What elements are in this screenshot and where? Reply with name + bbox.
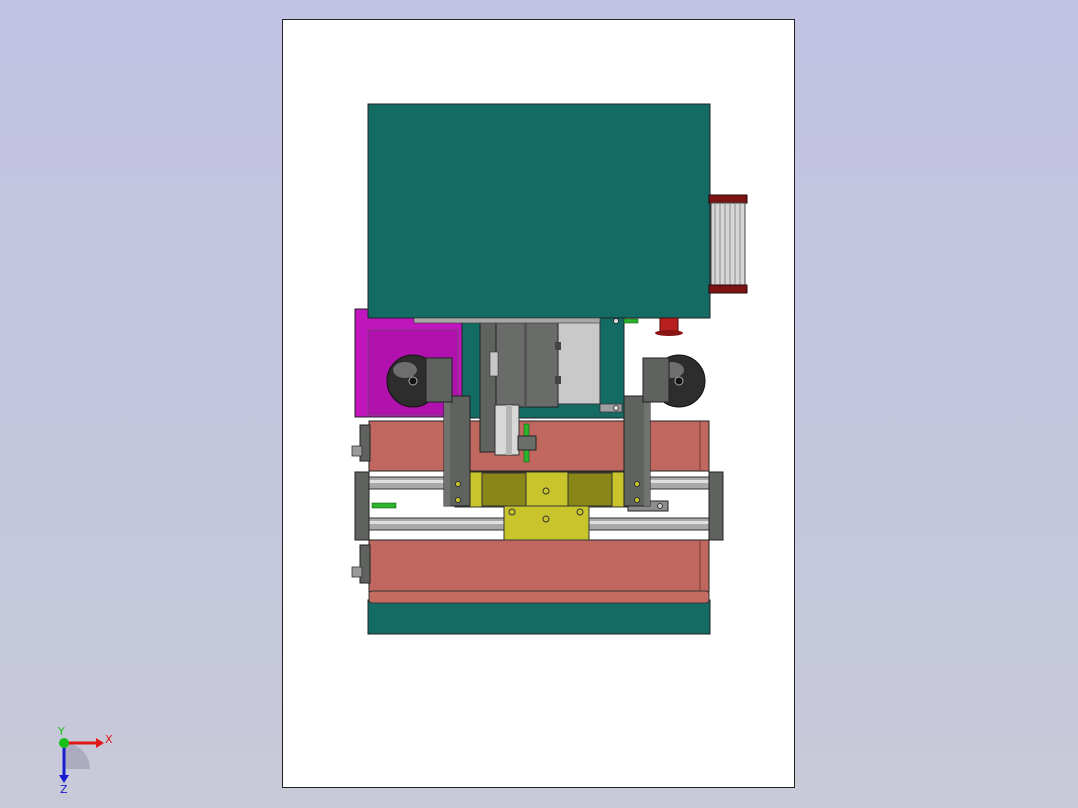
red-knob-base bbox=[655, 330, 683, 336]
red-knob[interactable] bbox=[659, 317, 679, 333]
side-knob-lower-pin[interactable] bbox=[351, 566, 363, 578]
y-axis-label: Y bbox=[57, 725, 65, 738]
triad-arc bbox=[64, 743, 90, 769]
green-fitting-left[interactable] bbox=[371, 502, 397, 509]
cad-model-viewport[interactable] bbox=[0, 0, 1078, 808]
view-orientation-triad[interactable]: X Y Z bbox=[40, 725, 130, 795]
yellow-slider-bottom[interactable] bbox=[503, 505, 590, 541]
y-axis-dot bbox=[59, 738, 69, 748]
gray-block-tab-2 bbox=[555, 376, 561, 384]
piston-clamp[interactable] bbox=[517, 435, 537, 451]
lower-plate-lip bbox=[368, 590, 710, 604]
roller-cap-top[interactable] bbox=[708, 194, 748, 204]
z-axis-label: Z bbox=[60, 783, 68, 795]
arm-left-edge bbox=[444, 396, 450, 506]
rail-end-right[interactable] bbox=[708, 471, 724, 541]
motor-housing-lower-strip bbox=[413, 317, 601, 324]
lower-salmon-plate[interactable] bbox=[368, 539, 710, 593]
wheel-left-shine bbox=[393, 362, 417, 378]
green-fitting-top[interactable] bbox=[623, 318, 639, 324]
arm-right-screw-2 bbox=[634, 497, 640, 503]
arm-right-screw-1 bbox=[634, 481, 640, 487]
arm-right-edge bbox=[644, 396, 650, 506]
wheel-right-mount[interactable] bbox=[642, 357, 670, 403]
base-plate[interactable] bbox=[367, 599, 711, 635]
piston-rod-shade bbox=[506, 405, 512, 455]
slider-screw-1 bbox=[542, 487, 550, 495]
olive-block-left[interactable] bbox=[481, 472, 527, 507]
arm-left-screw-1 bbox=[455, 481, 461, 487]
bracket-screw bbox=[657, 503, 663, 509]
slider-screw-2 bbox=[508, 508, 516, 516]
rod-light[interactable] bbox=[489, 351, 499, 377]
wheel-left-hub bbox=[408, 376, 418, 386]
roller-cap-bottom[interactable] bbox=[708, 284, 748, 294]
x-axis-label: X bbox=[105, 733, 113, 746]
screw-a bbox=[613, 318, 619, 324]
z-axis-arrow bbox=[59, 775, 69, 783]
gray-block-divider bbox=[524, 322, 527, 407]
olive-block-right[interactable] bbox=[567, 472, 613, 507]
wheel-right-hub bbox=[674, 376, 684, 386]
x-axis-arrow bbox=[96, 738, 104, 748]
cylinder-housing[interactable] bbox=[555, 319, 601, 405]
wheel-left-mount[interactable] bbox=[425, 357, 453, 403]
rail-end-left[interactable] bbox=[354, 471, 370, 541]
arm-left-screw-2 bbox=[455, 497, 461, 503]
slider-screw-3 bbox=[576, 508, 584, 516]
slider-screw-4 bbox=[542, 515, 550, 523]
screw-b bbox=[613, 405, 619, 411]
gray-block-tab-1 bbox=[555, 342, 561, 350]
side-knob-upper-pin[interactable] bbox=[351, 445, 363, 457]
upper-salmon-plate[interactable] bbox=[368, 420, 710, 472]
motor-housing[interactable] bbox=[367, 103, 711, 319]
